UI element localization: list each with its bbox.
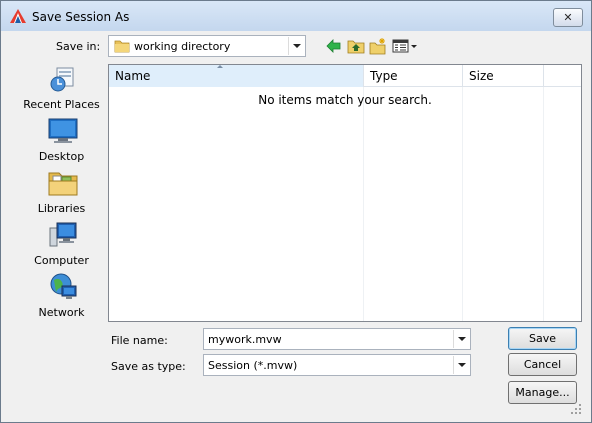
save-as-type-value: Session (*.mvw) — [208, 359, 298, 372]
place-label: Desktop — [38, 150, 85, 163]
save-in-value: working directory — [134, 40, 231, 53]
column-divider — [363, 87, 364, 321]
chevron-down-icon — [292, 44, 301, 48]
sort-ascending-icon — [217, 65, 223, 68]
save-in-dropdown[interactable]: working directory — [108, 35, 306, 57]
chevron-down-icon — [457, 337, 466, 341]
manage-button[interactable]: Manage... — [508, 381, 577, 404]
save-session-dialog: Save Session As ✕ Save in: working direc… — [0, 0, 592, 423]
save-as-type-label: Save as type: — [111, 360, 186, 373]
place-network[interactable]: Network — [17, 272, 106, 324]
save-in-label: Save in: — [56, 40, 101, 53]
up-folder-icon[interactable] — [347, 37, 365, 55]
dialog-body: Save in: working directory Recent Places… — [8, 31, 584, 417]
cancel-button-label: Cancel — [523, 358, 562, 371]
dropdown-arrow[interactable] — [288, 37, 304, 55]
column-divider — [543, 87, 544, 321]
save-button[interactable]: Save — [508, 327, 577, 350]
column-label: Name — [115, 69, 151, 83]
back-arrow-icon[interactable] — [325, 37, 343, 55]
place-recent-places[interactable]: Recent Places — [17, 64, 106, 116]
computer-icon — [49, 222, 77, 247]
place-computer[interactable]: Computer — [17, 220, 106, 272]
view-menu-icon[interactable] — [392, 37, 418, 55]
file-name-label: File name: — [111, 334, 168, 347]
resize-grip-icon[interactable] — [570, 403, 582, 415]
folder-icon — [114, 40, 130, 53]
column-label: Size — [469, 69, 494, 83]
list-header: Name Type Size — [109, 65, 581, 87]
cancel-button[interactable]: Cancel — [508, 353, 577, 376]
new-folder-icon[interactable] — [369, 37, 387, 55]
column-header-name[interactable]: Name — [109, 65, 364, 87]
dropdown-arrow[interactable] — [453, 356, 469, 374]
app-logo-icon — [10, 9, 26, 23]
place-label: Recent Places — [23, 98, 100, 111]
places-bar: Recent Places Desktop Libraries Computer… — [17, 64, 106, 322]
manage-button-label: Manage... — [515, 386, 570, 399]
place-libraries[interactable]: Libraries — [17, 168, 106, 220]
network-icon — [50, 273, 77, 299]
file-name-combobox[interactable]: mywork.mvw — [203, 328, 471, 350]
column-header-type[interactable]: Type — [364, 65, 463, 87]
place-label: Computer — [34, 254, 89, 267]
window-title: Save Session As — [32, 10, 130, 24]
chevron-down-icon — [457, 363, 466, 367]
title-bar[interactable]: Save Session As ✕ — [1, 1, 591, 31]
column-label: Type — [370, 69, 398, 83]
close-icon: ✕ — [563, 11, 573, 24]
place-label: Network — [38, 306, 85, 319]
dropdown-arrow[interactable] — [453, 330, 469, 348]
place-label: Libraries — [37, 202, 86, 215]
column-header-size[interactable]: Size — [463, 65, 544, 87]
file-list-view[interactable]: Name Type Size No items match your searc… — [108, 64, 582, 322]
column-divider — [462, 87, 463, 321]
recent-places-icon — [50, 67, 74, 92]
save-as-type-dropdown[interactable]: Session (*.mvw) — [203, 354, 471, 376]
desktop-icon — [48, 118, 78, 143]
save-button-label: Save — [528, 332, 556, 345]
close-button[interactable]: ✕ — [553, 8, 583, 27]
empty-list-message: No items match your search. — [258, 93, 432, 107]
place-desktop[interactable]: Desktop — [17, 116, 106, 168]
file-name-value[interactable]: mywork.mvw — [208, 333, 282, 346]
libraries-icon — [48, 172, 78, 196]
